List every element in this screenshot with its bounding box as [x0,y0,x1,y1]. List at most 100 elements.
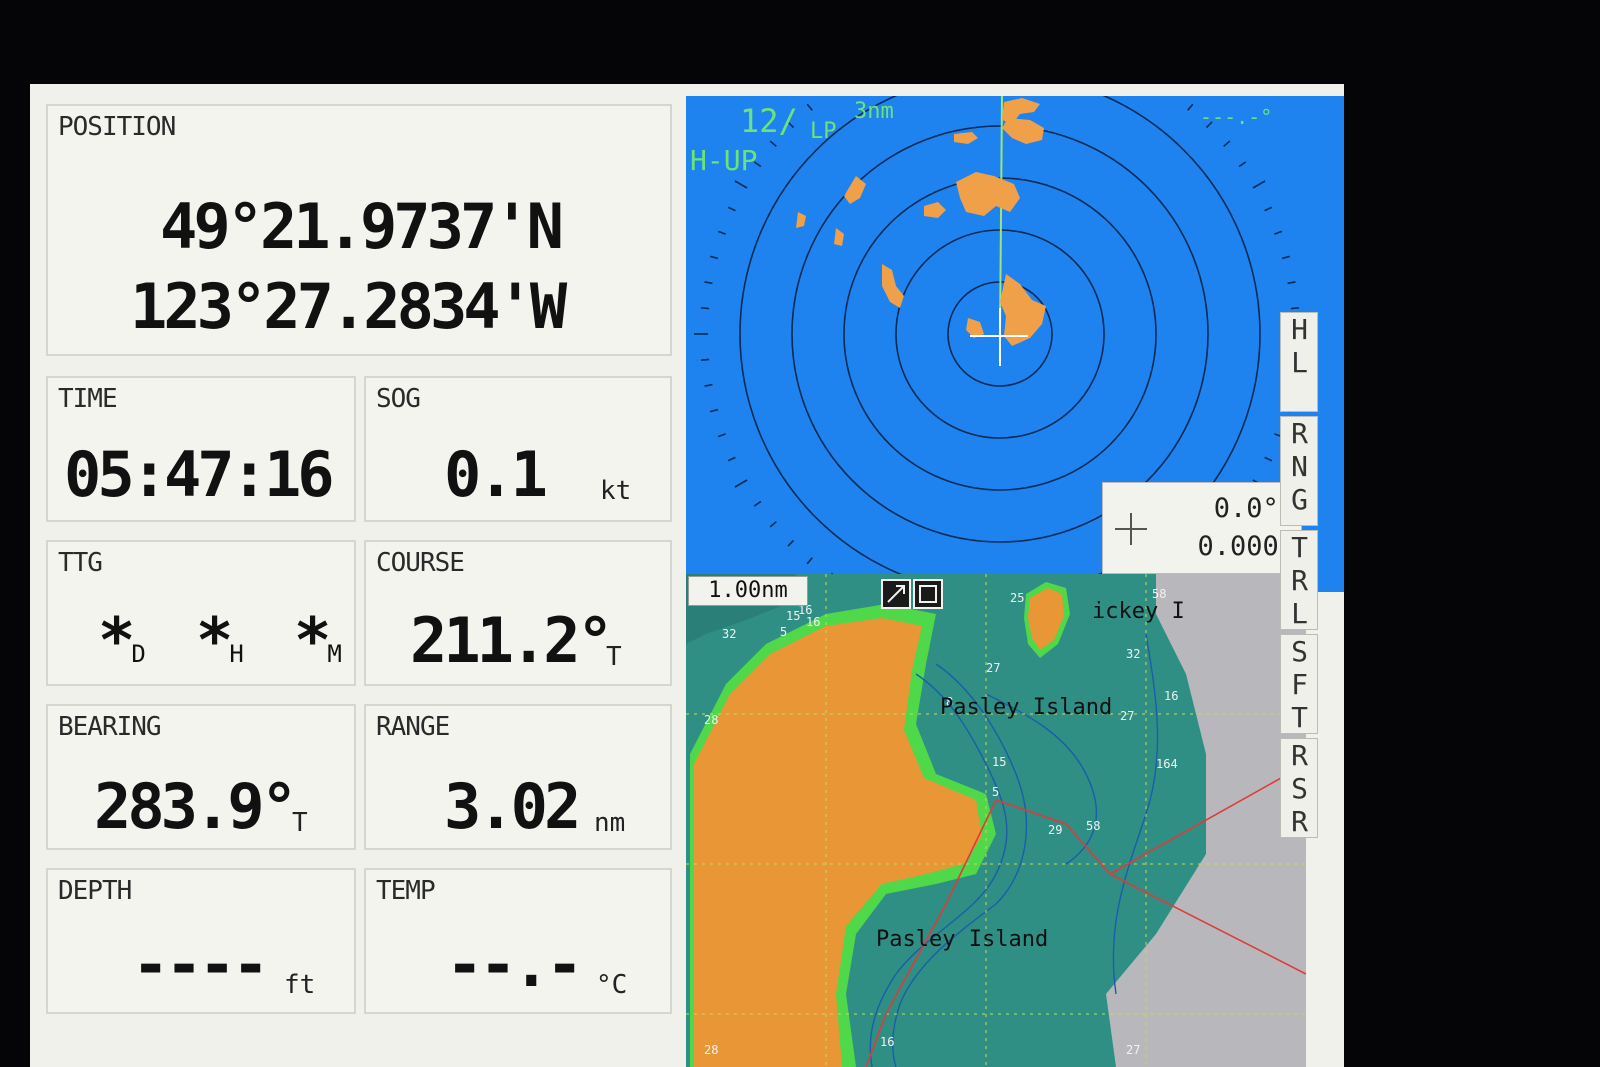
chart-svg: 1625 581532 51627321628 2715 164529 581628 278… [686,574,1306,1067]
bearing-unit: T [292,808,308,838]
course-label: COURSE [376,548,465,578]
bearing-tick [1187,103,1194,111]
bearing-tick [769,521,777,528]
radar-range-count: 12/ [740,102,798,140]
depth-sounding: 27 [1126,1043,1140,1057]
bearing-tick [1281,255,1290,260]
depth-unit: ft [284,970,316,1000]
bearing-tick [769,140,777,147]
ttg-days-value: * [98,604,135,677]
chart-label-pasley-2: Pasley Island [876,927,1048,952]
bearing-tick [787,539,795,547]
latitude-value: 49°21.9737'N [160,190,564,263]
depth-label: DEPTH [58,876,132,906]
depth-sounding: 16 [880,1035,894,1049]
ttg-minutes-value: * [294,604,331,677]
depth-sounding: 28 [704,713,718,727]
chart-label-bowyer: ickey I [1092,599,1185,624]
sidebar-hl-label: HL [1283,313,1316,379]
depth-sounding: 58 [1086,819,1100,833]
depth-sounding: 164 [1156,757,1178,771]
bearing-tick [710,408,719,413]
depth-sounding: 15 [992,755,1006,769]
sidebar-rng-button[interactable]: RNG [1280,416,1318,526]
bearing-tick [806,557,813,565]
position-label: POSITION [58,112,176,142]
ttg-days: *D [98,604,146,677]
range-label: RANGE [376,712,450,742]
cursor-icon [1115,513,1147,545]
sidebar-rsr-button[interactable]: RSR [1280,738,1318,838]
time-label: TIME [58,384,118,414]
radar-function-bar: HL RNG TRL SFT RSR [1280,312,1322,852]
radar-pulse: LP [810,119,837,144]
bearing-tick [734,180,748,189]
time-value: 05:47:16 [64,438,335,511]
bearing-tick [717,433,726,438]
course-value: 211.2° [410,604,614,677]
bearing-panel: BEARING 283.9° T [46,704,356,850]
sog-unit: kt [600,476,632,506]
bearing-tick [1238,161,1247,168]
temp-panel: TEMP --.- °C [364,868,672,1014]
depth-panel: DEPTH ---- ft [46,868,356,1014]
depth-sounding: 28 [704,1043,718,1057]
sidebar-rng-label: RNG [1283,417,1316,516]
depth-sounding: 25 [1010,591,1024,605]
bearing-tick [704,281,713,285]
bearing-tick [704,383,713,387]
depth-value: ---- [132,928,269,1001]
depth-sounding: 16 [806,615,820,629]
temp-label: TEMP [376,876,436,906]
depth-sounding: 27 [1120,709,1134,723]
bearing-tick [1274,230,1283,235]
bearing-tick [1252,180,1266,189]
chart-label-pasley-1: Pasley Island [940,695,1112,720]
bearing-tick [734,479,748,488]
sidebar-trl-label: TRL [1283,531,1316,630]
sidebar-sft-button[interactable]: SFT [1280,634,1318,734]
radar-range-nm: 3nm [854,99,894,124]
bearing-tick [1223,140,1231,147]
bearing-tick [717,230,726,235]
course-unit: T [606,642,622,672]
depth-sounding: 16 [1164,689,1178,703]
display-screen: POSITION 49°21.9737'N 123°27.2834'W TIME… [30,84,1344,1067]
ttg-days-unit: D [131,640,146,668]
position-panel: POSITION 49°21.9737'N 123°27.2834'W [46,104,672,356]
bearing-tick [753,500,762,507]
bearing-tick [701,307,710,310]
radar-heading-readout: ---.-° [1200,105,1272,129]
bearing-tick [1264,206,1273,212]
time-panel: TIME 05:47:16 [46,376,356,522]
ttg-hours: *H [196,604,244,677]
ttg-hours-value: * [196,604,233,677]
sog-panel: SOG 0.1 kt [364,376,672,522]
sidebar-sft-label: SFT [1283,635,1316,734]
radar-orientation: H-UP [690,144,757,177]
sidebar-trl-button[interactable]: TRL [1280,530,1318,630]
range-value: 3.02 [444,770,581,843]
chart-scale[interactable]: 1.00nm [688,576,808,606]
depth-sounding: 32 [1126,647,1140,661]
bearing-tick [806,103,813,111]
course-panel: COURSE 211.2° T [364,540,672,686]
sidebar-hl-button[interactable]: HL [1280,312,1318,412]
bearing-tick [1287,281,1296,285]
bearing-label: BEARING [58,712,162,742]
longitude-value: 123°27.2834'W [130,270,567,343]
bearing-tick [710,255,719,260]
ttg-label: TTG [58,548,103,578]
ttg-panel: TTG *D *H *M [46,540,356,686]
depth-sounding: 29 [1048,823,1062,837]
depth-sounding: 5 [780,625,787,639]
bearing-tick [1264,456,1273,462]
bearing-value: 283.9° [94,770,298,843]
sidebar-rsr-label: RSR [1283,739,1316,838]
bearing-tick [701,358,710,361]
depth-sounding: 5 [992,785,999,799]
temp-unit: °C [596,970,628,1000]
nautical-chart[interactable]: 16 25 58 15 32 5 16 27 32 16 28 27 15 164 5 29 58 16 28 27 8… [686,574,1306,1067]
range-unit: nm [594,808,626,838]
bearing-tick [727,206,736,212]
